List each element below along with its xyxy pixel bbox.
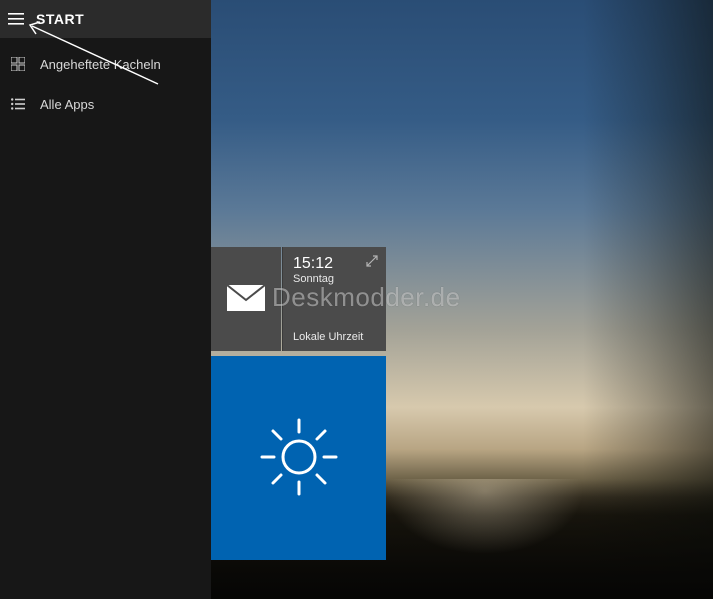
clock-label: Lokale Uhrzeit bbox=[293, 331, 363, 343]
wallpaper-trees bbox=[583, 0, 713, 599]
start-menu-rail: START Angeheftete Kacheln bbox=[0, 0, 211, 599]
rail-item-pinned-tiles[interactable]: Angeheftete Kacheln bbox=[0, 44, 211, 84]
start-header: START bbox=[0, 0, 211, 38]
start-rail-items: Angeheftete Kacheln Alle Apps bbox=[0, 38, 211, 124]
tile-mail[interactable] bbox=[211, 247, 281, 351]
hamburger-icon[interactable] bbox=[8, 13, 24, 25]
tiles-icon bbox=[10, 57, 26, 71]
expand-icon bbox=[366, 255, 378, 270]
rail-item-label: Alle Apps bbox=[40, 97, 94, 112]
rail-item-label: Angeheftete Kacheln bbox=[40, 57, 161, 72]
clock-day: Sonntag bbox=[293, 273, 376, 285]
rail-item-all-apps[interactable]: Alle Apps bbox=[0, 84, 211, 124]
tile-weather[interactable] bbox=[211, 356, 386, 560]
start-title: START bbox=[36, 11, 84, 27]
clock-time: 15:12 bbox=[293, 255, 376, 273]
list-icon bbox=[10, 98, 26, 110]
mail-icon bbox=[227, 285, 265, 314]
sun-icon bbox=[254, 412, 344, 505]
tile-clock[interactable]: 15:12 Sonntag Lokale Uhrzeit bbox=[282, 247, 386, 351]
